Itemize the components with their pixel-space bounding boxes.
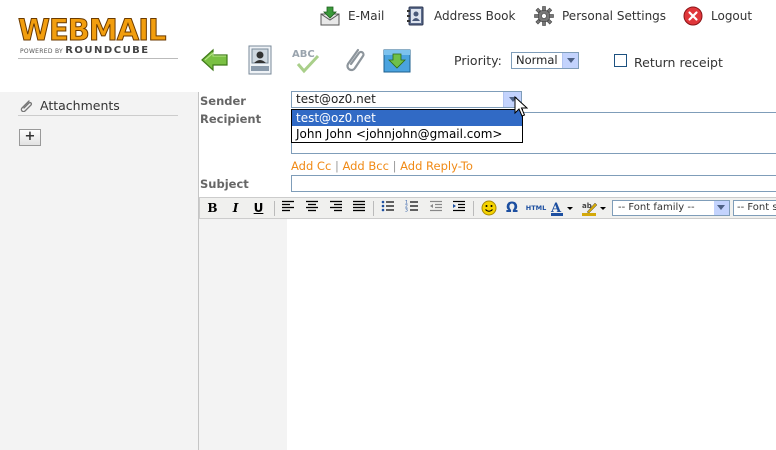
add-attachment-button[interactable]: + <box>19 129 41 146</box>
sender-label: Sender <box>200 94 246 108</box>
link-separator: | <box>334 159 339 173</box>
font-family-value: -- Font family -- <box>618 202 695 213</box>
nav-email[interactable]: E-Mail <box>320 5 384 27</box>
align-justify-icon <box>353 200 365 212</box>
paperclip-icon <box>18 100 34 113</box>
logo-wordmark: WEBMAIL <box>17 13 166 47</box>
back-arrow-icon <box>201 48 228 72</box>
nav-personal-settings[interactable]: Personal Settings <box>534 5 666 27</box>
save-draft-button[interactable] <box>381 44 413 76</box>
attach-file-button[interactable] <box>338 44 370 76</box>
html-source-button[interactable]: HTML <box>525 200 547 217</box>
insert-emoticon-button[interactable] <box>480 200 498 217</box>
editor-toolbar: B I U 123 Ω HTML A ab -- Font family -- <box>199 197 776 219</box>
save-folder-icon <box>383 49 411 73</box>
back-button[interactable] <box>199 44 231 76</box>
bold-button[interactable]: B <box>205 200 220 217</box>
sender-option[interactable]: John John <johnjohn@gmail.com> <box>292 126 522 142</box>
font-size-select[interactable]: -- Font size -- <box>733 200 776 216</box>
sender-dropdown-list: test@oz0.net John John <johnjohn@gmail.c… <box>291 109 523 143</box>
highlight-color-button[interactable]: ab <box>581 200 607 217</box>
chevron-down-icon <box>714 201 729 215</box>
outdent-icon <box>430 200 442 212</box>
bullet-list-button[interactable] <box>380 200 396 217</box>
align-center-button[interactable] <box>304 200 320 217</box>
subject-label: Subject <box>200 177 249 191</box>
gear-icon <box>534 6 554 26</box>
address-book-icon <box>406 6 426 26</box>
omega-icon: Ω <box>506 200 518 216</box>
indent-icon <box>453 200 465 212</box>
logo-tagline: POWERED BY ROUNDCUBE <box>20 45 150 56</box>
italic-button[interactable]: I <box>228 200 243 217</box>
add-bcc-link[interactable]: Add Bcc <box>342 159 388 173</box>
underline-button[interactable]: U <box>251 200 266 217</box>
smiley-icon <box>481 200 497 216</box>
logout-icon <box>683 6 703 26</box>
paperclip-icon <box>346 48 365 72</box>
link-separator: | <box>392 159 397 173</box>
text-color-button[interactable]: A <box>550 200 574 217</box>
editor-left-gutter <box>199 219 287 450</box>
indent-button[interactable] <box>451 200 467 217</box>
mail-download-icon <box>320 6 340 26</box>
priority-label: Priority: <box>454 53 502 68</box>
nav-settings-label: Personal Settings <box>562 9 667 23</box>
numbered-list-icon: 123 <box>405 200 418 214</box>
align-right-button[interactable] <box>328 200 344 217</box>
attachments-title: Attachments <box>40 98 120 113</box>
attachments-divider <box>18 115 178 116</box>
highlight-icon: ab <box>582 202 606 216</box>
insert-image-button[interactable] <box>244 44 276 76</box>
return-receipt-checkbox[interactable] <box>614 54 627 67</box>
align-right-icon <box>330 200 342 212</box>
spellcheck-icon: ABC <box>292 49 320 74</box>
subject-input[interactable] <box>291 175 776 192</box>
spellcheck-button[interactable]: ABC <box>290 44 322 76</box>
toolbar-separator <box>274 201 275 216</box>
svg-text:ABC: ABC <box>292 49 315 60</box>
logo-divider <box>18 58 178 59</box>
return-receipt-label: Return receipt <box>634 55 723 70</box>
webmail-logo: WEBMAIL POWERED BY ROUNDCUBE <box>17 13 180 62</box>
nav-address-book-label: Address Book <box>434 9 516 23</box>
font-color-icon: A <box>550 201 573 216</box>
priority-value: Normal <box>516 53 558 67</box>
nav-email-label: E-Mail <box>348 9 385 23</box>
priority-select[interactable]: Normal <box>511 52 579 69</box>
align-center-icon <box>306 200 318 212</box>
outdent-button[interactable] <box>428 200 444 217</box>
toolbar-separator <box>373 201 374 216</box>
recipient-label: Recipient <box>200 112 262 126</box>
add-cc-link[interactable]: Add Cc <box>291 159 331 173</box>
numbered-list-button[interactable]: 123 <box>404 200 420 217</box>
photo-frame-icon <box>248 45 272 75</box>
special-character-button[interactable]: Ω <box>504 200 520 217</box>
align-left-button[interactable] <box>280 200 296 217</box>
align-justify-button[interactable] <box>351 200 367 217</box>
svg-text:3: 3 <box>405 208 408 213</box>
bullet-list-icon <box>381 200 394 212</box>
add-reply-to-link[interactable]: Add Reply-To <box>400 159 473 173</box>
nav-address-book[interactable]: Address Book <box>406 5 515 27</box>
nav-logout[interactable]: Logout <box>683 5 752 27</box>
toolbar-separator <box>473 201 474 216</box>
sender-select[interactable]: test@oz0.net <box>291 91 522 108</box>
sender-value: test@oz0.net <box>296 92 376 106</box>
align-left-icon <box>282 200 294 212</box>
font-family-select[interactable]: -- Font family -- <box>612 200 730 216</box>
chevron-down-icon <box>562 53 578 68</box>
nav-logout-label: Logout <box>711 9 753 23</box>
add-header-links: Add Cc | Add Bcc | Add Reply-To <box>291 159 473 173</box>
sender-option[interactable]: test@oz0.net <box>292 110 522 126</box>
message-body-editor[interactable] <box>287 219 776 450</box>
mouse-cursor-icon <box>514 95 529 118</box>
